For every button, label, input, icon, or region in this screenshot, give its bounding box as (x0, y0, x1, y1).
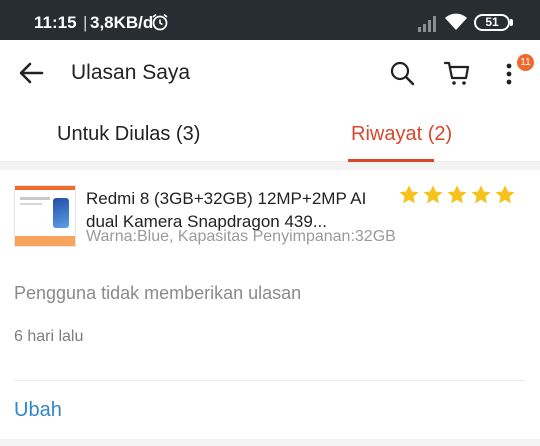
signal-icon (418, 16, 436, 32)
review-text: Pengguna tidak memberikan ulasan (14, 283, 302, 303)
battery-cap (510, 19, 513, 26)
tab-label: Riwayat (2) (351, 123, 453, 145)
review-date: 6 hari lalu (14, 328, 84, 345)
thumb-top-bar (15, 186, 75, 190)
thumb-text-line (20, 197, 50, 200)
status-bar: 11:15 | 3,8KB/d 51 (0, 0, 540, 40)
star-rating (398, 184, 518, 206)
star-icon (447, 185, 467, 204)
app-bar: Ulasan Saya 11 (0, 40, 540, 106)
tab-riwayat[interactable]: Riwayat (2) (270, 106, 540, 162)
status-separator: | (83, 13, 88, 32)
star-icon (423, 185, 443, 204)
section-gap (0, 439, 540, 446)
product-variant: Warna:Blue, Kapasitas Penyimpanan:32GB (86, 228, 396, 245)
search-icon[interactable] (389, 60, 415, 86)
thumb-text-line (20, 203, 42, 205)
divider (14, 380, 526, 381)
battery-level: 51 (485, 15, 499, 29)
edit-review-button[interactable]: Ubah (14, 399, 62, 422)
star-icon (471, 185, 491, 204)
review-card: Redmi 8 (3GB+32GB) 12MP+2MP AI dual Kame… (0, 170, 540, 446)
wifi-icon (445, 13, 467, 30)
alarm-icon (152, 13, 168, 31)
star-icon (399, 185, 419, 204)
tab-bar: Untuk Diulas (3) Riwayat (2) (0, 106, 540, 162)
product-thumbnail[interactable] (14, 185, 76, 247)
status-time: 11:15 (34, 13, 77, 32)
phone-image (53, 198, 69, 228)
star-icon (495, 185, 515, 204)
cart-badge: 11 (515, 52, 536, 73)
tab-untuk-diulas[interactable]: Untuk Diulas (3) (0, 106, 270, 162)
network-speed: 3,8KB/d (90, 13, 154, 32)
section-gap (0, 162, 540, 170)
cart-icon[interactable] (443, 59, 471, 87)
battery-icon: 51 (474, 14, 510, 31)
thumb-footer (15, 236, 75, 246)
page-title: Ulasan Saya (71, 61, 191, 84)
back-arrow-icon[interactable] (17, 59, 45, 87)
tab-label: Untuk Diulas (3) (57, 123, 201, 145)
product-name[interactable]: Redmi 8 (3GB+32GB) 12MP+2MP AI dual Kame… (86, 187, 386, 233)
